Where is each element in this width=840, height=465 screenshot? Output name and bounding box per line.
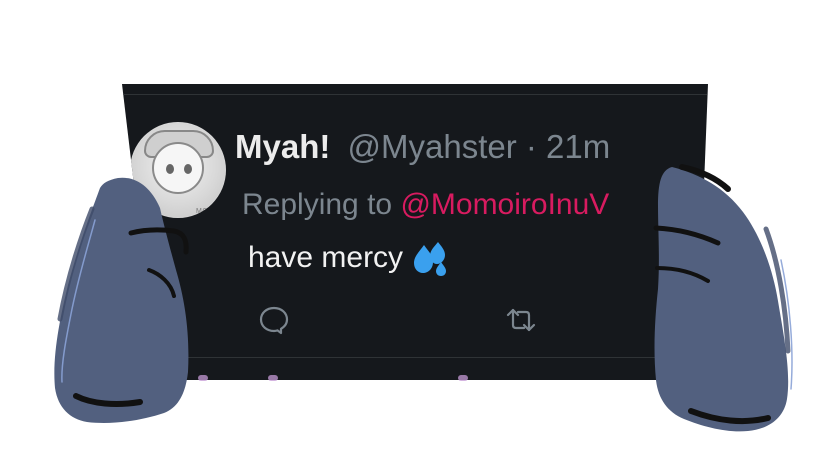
top-divider [122,94,708,95]
tweet-body: have mercy [248,240,451,276]
sweat-droplets-icon [414,242,447,276]
replying-prefix: Replying to [242,188,401,221]
replying-handle[interactable]: @MomoiroInuV [400,188,609,221]
bottom-divider [122,357,708,358]
next-tweet-peek [180,373,670,383]
avatar-left-eye [166,164,174,174]
tweet-actions [122,304,708,344]
avatar[interactable]: MC [130,122,226,218]
reply-icon[interactable] [258,304,290,336]
avatar-watermark: MC [196,208,208,215]
tweet-header: Myah! @Myahster · 21m [235,130,610,163]
avatar-face [152,142,204,194]
tweet-screen: MC Myah! @Myahster · 21m Replying to @Mo… [122,84,708,380]
retweet-icon[interactable] [504,304,538,336]
replying-to-line: Replying to @MomoiroInuV [242,190,609,220]
avatar-right-eye [184,164,192,174]
display-name[interactable]: Myah! [235,128,330,165]
handle-and-time: @Myahster · 21m [347,128,611,165]
tweet-text: have mercy [248,241,404,274]
meme-scene: MC Myah! @Myahster · 21m Replying to @Mo… [0,0,840,465]
